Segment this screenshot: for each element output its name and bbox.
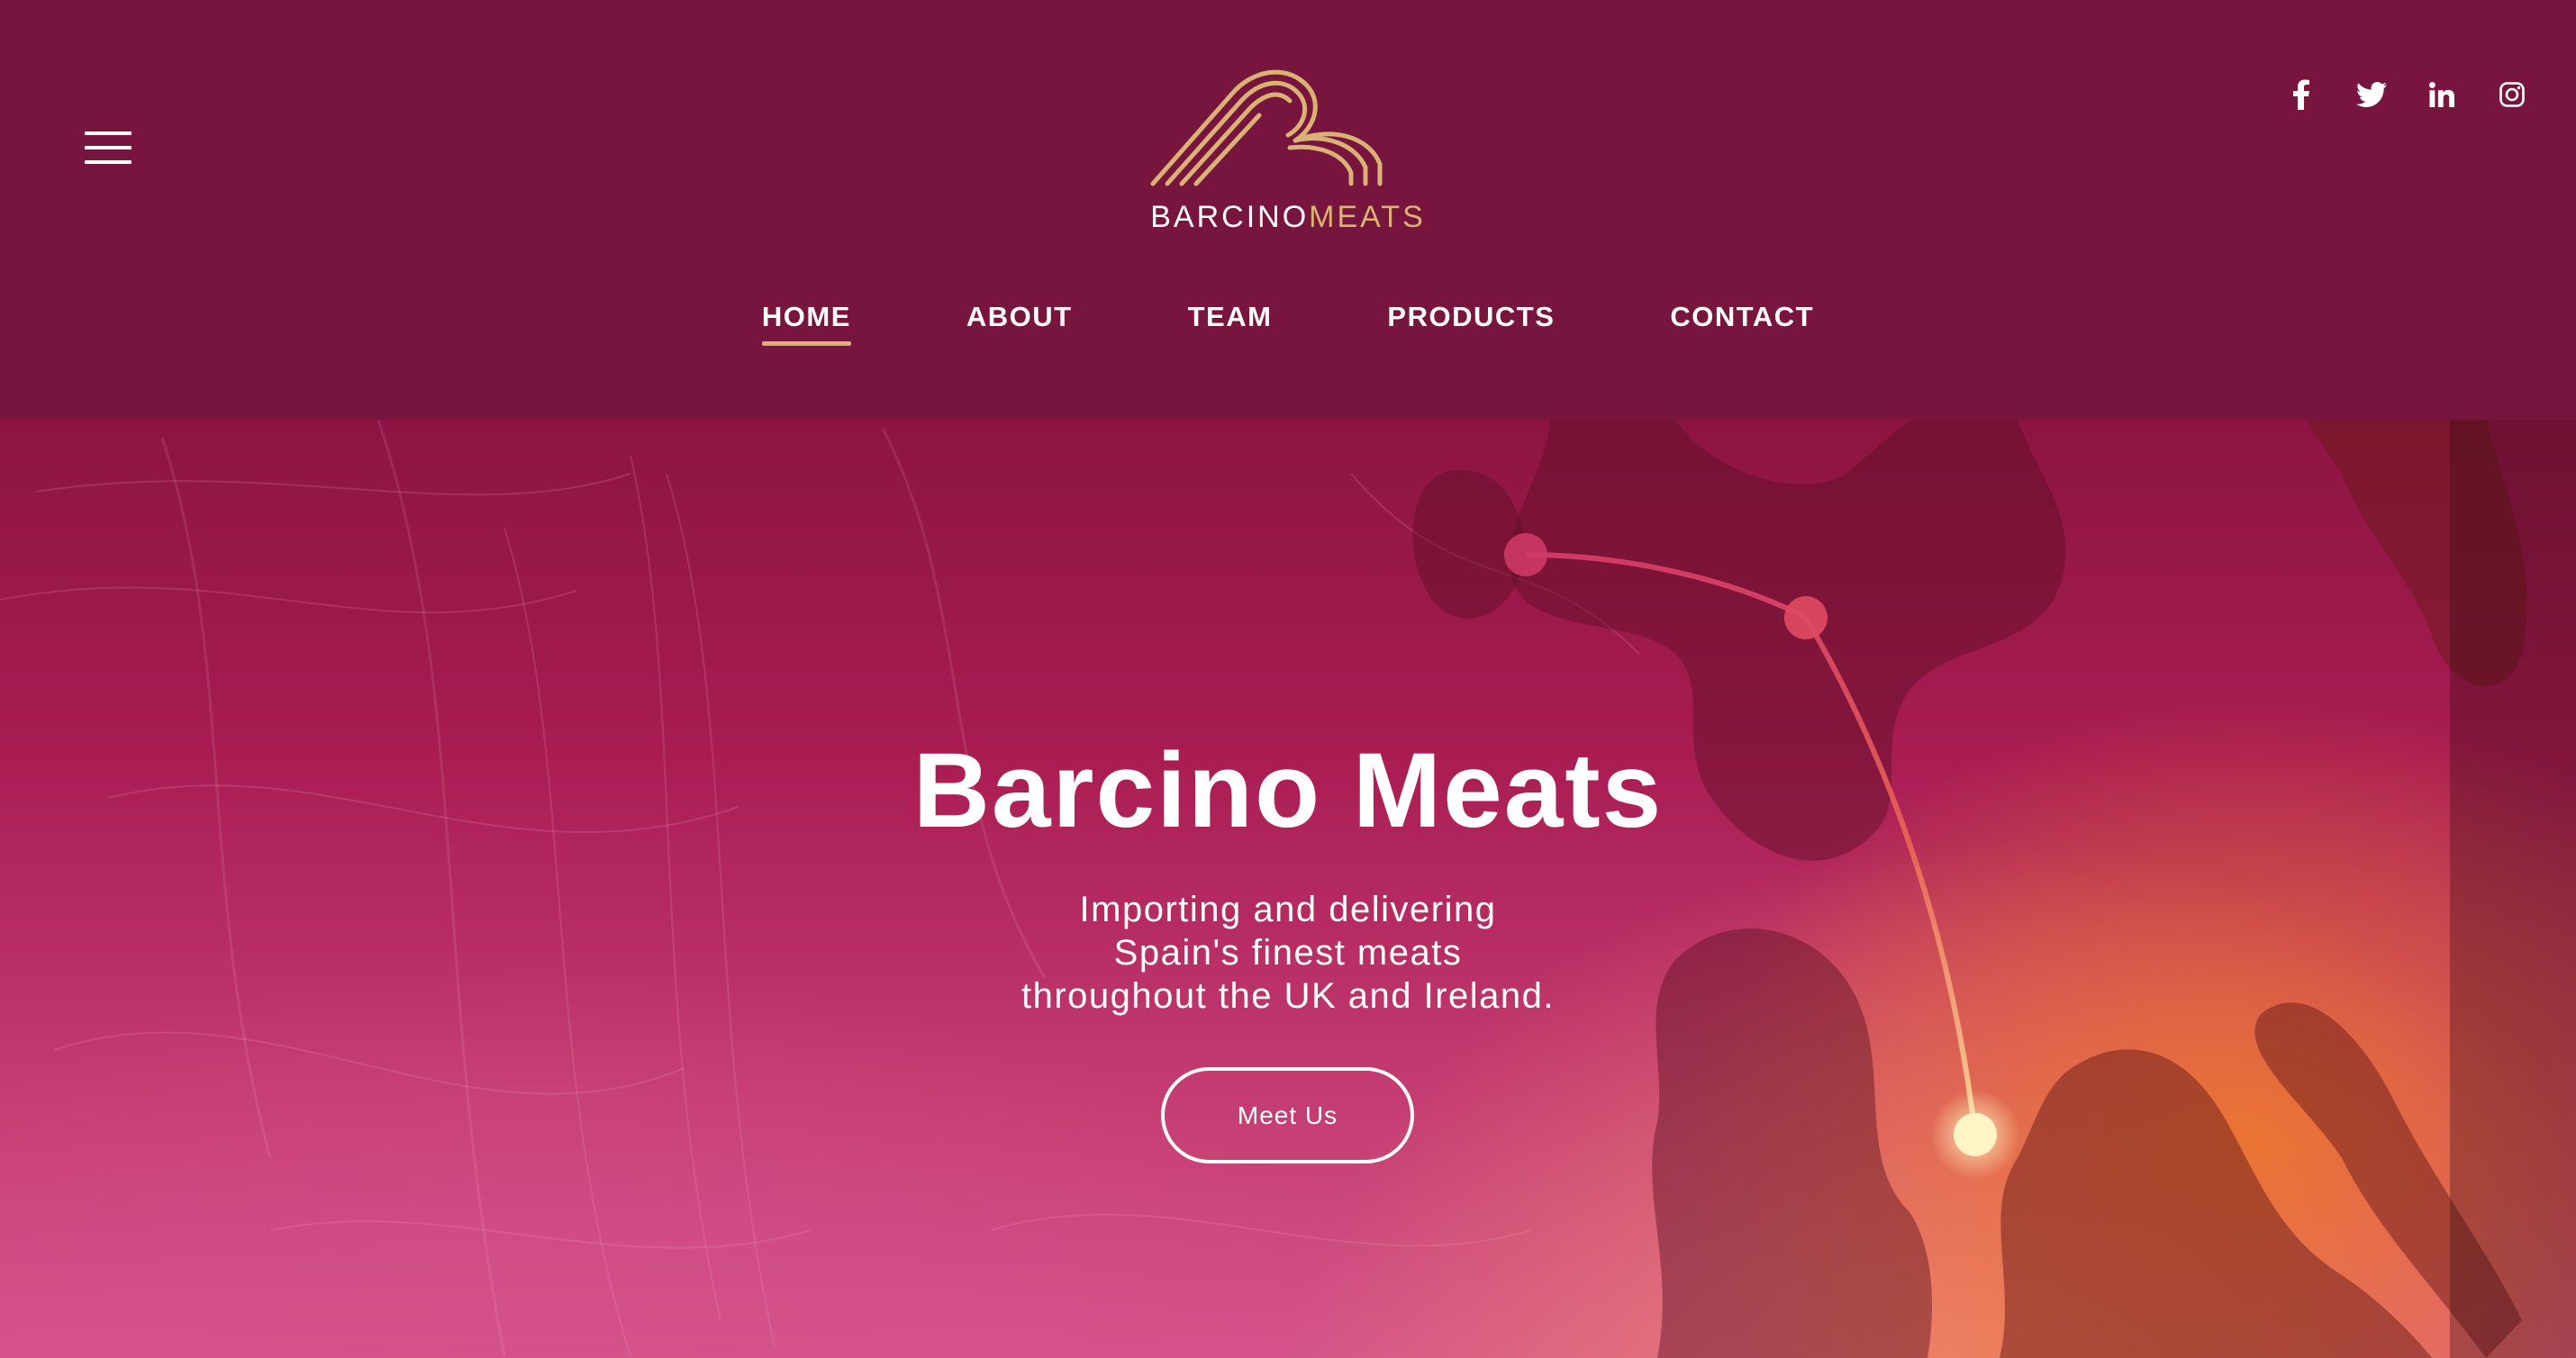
hero-subtitle-line: throughout the UK and Ireland.	[1020, 976, 1556, 1016]
menu-line	[85, 146, 132, 149]
facebook-icon[interactable]	[2286, 79, 2317, 110]
logo-wordmark: BARCINOMEATS	[1144, 200, 1432, 235]
hero-section: Barcino Meats Importing and delivering S…	[0, 420, 2576, 1358]
nav-item-products[interactable]: PRODUCTS	[1387, 301, 1555, 346]
linkedin-icon[interactable]	[2426, 79, 2457, 110]
nav-item-team[interactable]: TEAM	[1188, 301, 1273, 346]
page: BARCINOMEATS HOME ABOUT TEAM PRODUCTS CO…	[0, 0, 2576, 1358]
site-header: BARCINOMEATS HOME ABOUT TEAM PRODUCTS CO…	[0, 0, 2576, 420]
nav-item-home[interactable]: HOME	[761, 301, 851, 346]
twitter-icon[interactable]	[2356, 79, 2387, 110]
logo-mark-icon	[1150, 69, 1383, 186]
hero-subtitle: Importing and delivering Spain's finest …	[928, 888, 1648, 1018]
hamburger-menu-icon[interactable]	[85, 131, 132, 164]
nav-item-contact[interactable]: CONTACT	[1670, 301, 1814, 346]
social-links	[2286, 79, 2527, 110]
nav-item-about[interactable]: ABOUT	[966, 301, 1073, 346]
site-logo[interactable]: BARCINOMEATS	[1144, 47, 1432, 245]
meet-us-button[interactable]: Meet Us	[1161, 1067, 1414, 1163]
menu-line	[85, 160, 132, 164]
logo-word-meats: MEATS	[1309, 200, 1426, 234]
hero-subtitle-line: Spain's finest meats	[1113, 933, 1463, 973]
hero-title: Barcino Meats	[912, 731, 1664, 850]
menu-line	[85, 131, 132, 135]
main-nav: HOME ABOUT TEAM PRODUCTS CONTACT	[0, 301, 2576, 346]
instagram-icon[interactable]	[2497, 79, 2527, 110]
hero-subtitle-line: Importing and delivering	[1079, 890, 1497, 929]
logo-word-barcino: BARCINO	[1150, 200, 1310, 234]
